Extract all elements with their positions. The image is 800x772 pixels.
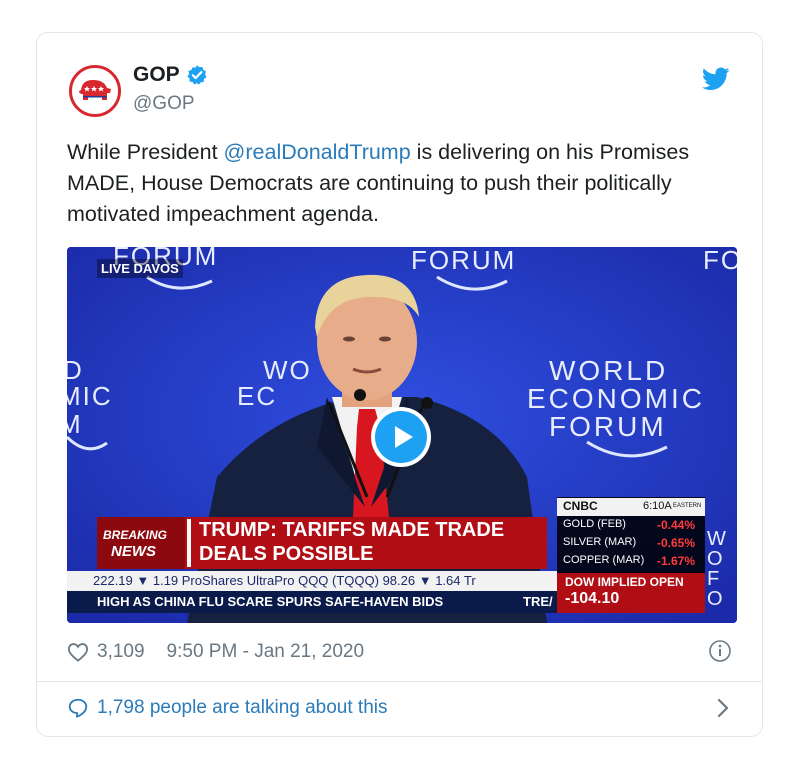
cnbc-logo: CNBC	[563, 499, 598, 513]
card-divider	[37, 681, 762, 682]
headline-1: TRUMP: TARIFFS MADE TRADE	[199, 519, 505, 541]
live-tag: LIVE DAVOS	[97, 259, 183, 278]
twitter-bird-icon[interactable]	[702, 67, 730, 91]
timestamp[interactable]: 9:50 PM - Jan 21, 2020	[167, 641, 365, 663]
commodity-name-1: GOLD (FEB)	[563, 518, 626, 530]
tweet-text: While President @realDonaldTrump is deli…	[67, 137, 737, 230]
stock-ticker: 222.19 ▼ 1.19 ProShares UltraPro QQQ (TQ…	[93, 573, 476, 588]
author-handle[interactable]: @GOP	[133, 93, 195, 115]
commodity-change-2: -0.65%	[657, 536, 696, 550]
mention-link[interactable]: @realDonaldTrump	[224, 140, 411, 164]
play-icon	[395, 426, 413, 448]
info-icon[interactable]	[708, 639, 732, 663]
author-name[interactable]: GOP	[133, 63, 208, 87]
avatar[interactable]	[69, 65, 121, 117]
forum-text-right: FO	[703, 247, 737, 275]
forum-text-center: FORUM	[411, 247, 517, 275]
dow-label: DOW IMPLIED OPEN	[565, 575, 684, 589]
cnbc-zone: EASTERN	[673, 503, 702, 509]
wef-right-edge: WOFO	[707, 528, 726, 610]
breaking-news-2: NEWS	[111, 543, 156, 560]
commodity-name-3: COPPER (MAR)	[563, 554, 645, 566]
author-name-label: GOP	[133, 63, 180, 86]
news-crawl-tail: TRE/	[523, 594, 553, 609]
tweet-card: GOP @GOP While President @realDonaldTrum…	[36, 32, 763, 737]
play-button[interactable]	[371, 407, 431, 467]
commodity-name-2: SILVER (MAR)	[563, 536, 637, 548]
tweet-meta: 3,109 9:50 PM - Jan 21, 2020	[67, 641, 364, 663]
talking-label: 1,798 people are talking about this	[97, 697, 388, 718]
verified-badge-icon	[187, 65, 207, 85]
breaking-news-1: BREAKING	[103, 528, 168, 542]
commodity-change-3: -1.67%	[657, 554, 696, 568]
like-count[interactable]: 3,109	[97, 641, 145, 663]
commodity-change-1: -0.44%	[657, 518, 696, 532]
chevron-right-icon[interactable]	[716, 697, 730, 719]
wef-center-2: EC	[237, 381, 278, 411]
cnbc-time: 6:10A	[643, 500, 672, 512]
tweet-text-part1: While President	[67, 140, 224, 164]
dow-value: -104.10	[565, 590, 620, 607]
comment-bubble-icon	[68, 698, 88, 718]
news-crawl: HIGH AS CHINA FLU SCARE SPURS SAFE-HAVEN…	[97, 594, 444, 609]
headline-2: DEALS POSSIBLE	[199, 543, 374, 565]
gop-elephant-icon	[79, 80, 111, 100]
wef-logo-forum: FORUM	[549, 411, 667, 442]
wef-left-edge-3: M	[67, 409, 81, 439]
heart-icon[interactable]	[67, 642, 89, 662]
video-player[interactable]: FORUM FORUM FO LIVE DAVOS D MIC M WO EC …	[67, 247, 737, 623]
talking-link[interactable]: 1,798 people are talking about this	[67, 697, 388, 719]
wef-left-edge-2: MIC	[67, 381, 113, 411]
